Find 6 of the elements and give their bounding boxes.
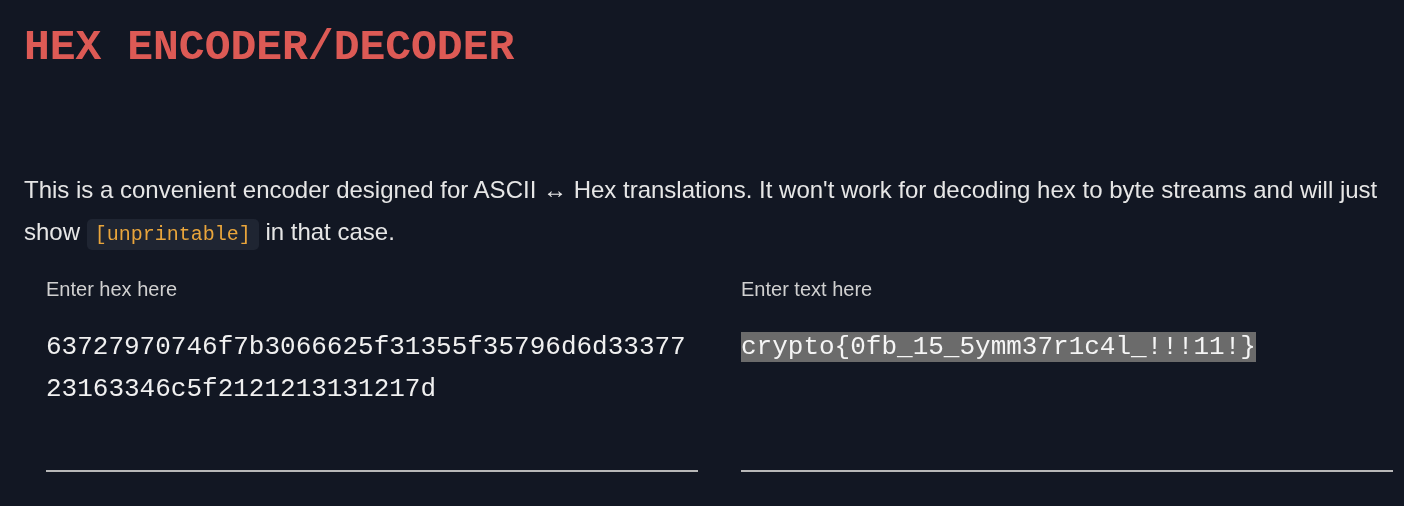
- page-title: HEX ENCODER/DECODER: [24, 22, 516, 74]
- hex-input-field[interactable]: 63727970746f7b3066625f31355f35796d6d3337723163346c5f2121213131217d: [46, 325, 698, 472]
- text-input-field[interactable]: crypto{0fb_15_5ymm37r1c4l_!!!11!}: [741, 325, 1393, 472]
- field-label: Enter hex here: [46, 276, 178, 302]
- description-text: This is a convenient encoder designed for ASCII ↔ Hex translations. It won't work for decoding hex to byte streams and will just show [unprintable] in that case.: [24, 168, 1394, 256]
- field-label: Enter text here: [741, 276, 873, 302]
